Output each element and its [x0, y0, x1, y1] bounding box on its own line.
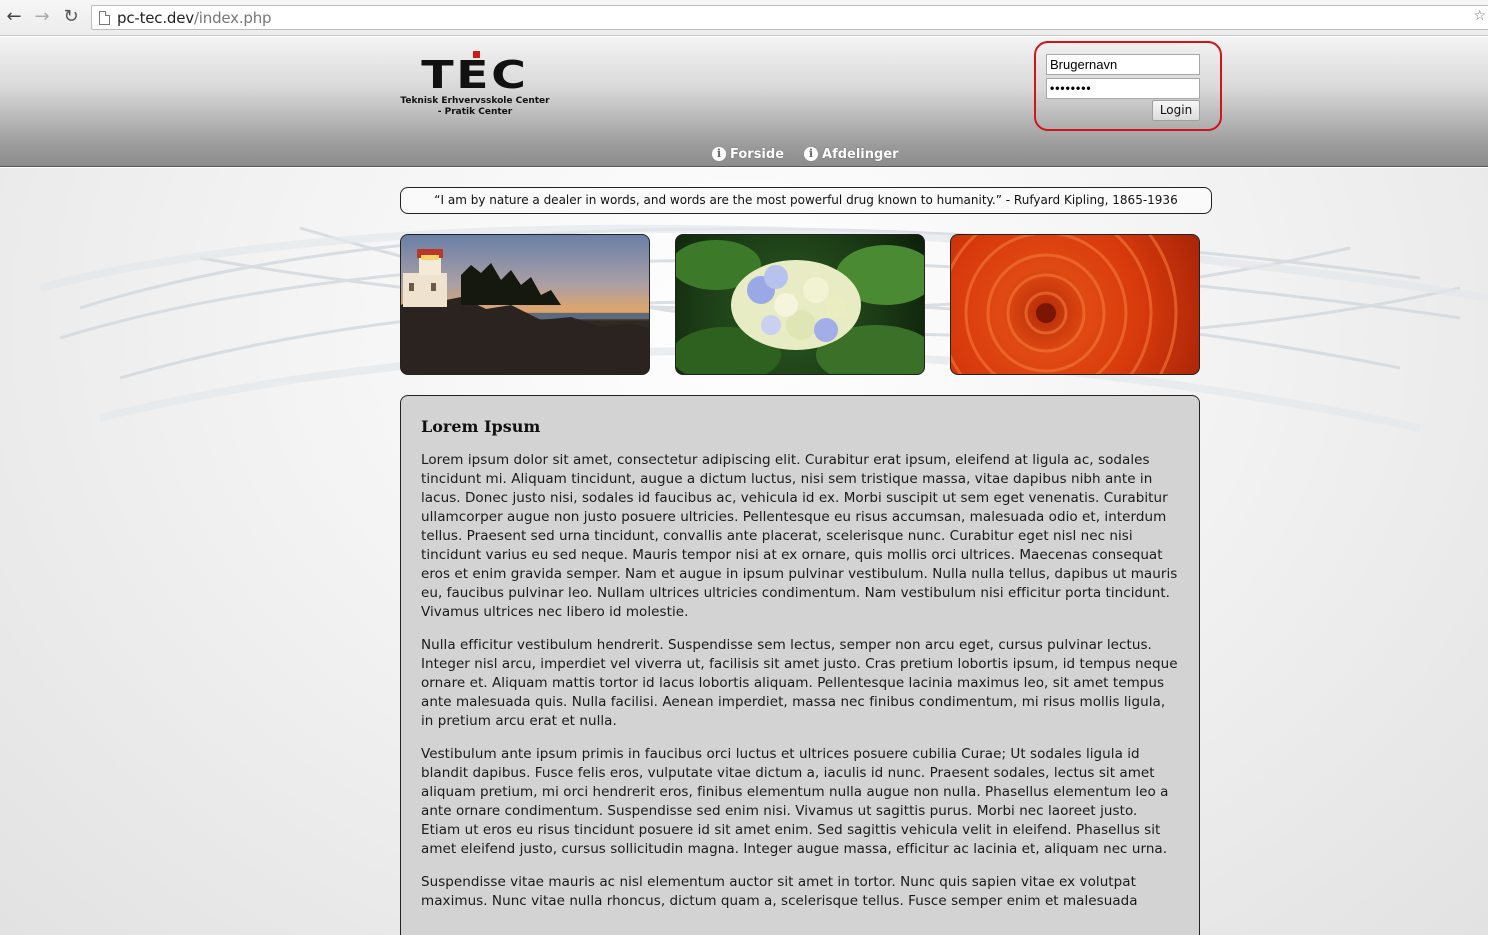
- site-header: TEC Teknisk Erhvervsskole Center - Prati…: [0, 37, 1488, 167]
- quote-banner: “I am by nature a dealer in words, and w…: [400, 187, 1212, 214]
- article-title: Lorem Ipsum: [421, 417, 541, 436]
- hydrangea-photo: [675, 234, 925, 375]
- page-icon: [99, 11, 110, 25]
- url-text[interactable]: pc-tec.dev/index.php: [117, 9, 272, 27]
- browser-toolbar: ← → ↻ pc-tec.dev/index.php ☆: [0, 0, 1488, 36]
- article-paragraph: Nulla efficitur vestibulum hendrerit. Su…: [421, 637, 1178, 729]
- url-host: pc-tec.dev: [117, 9, 194, 27]
- logo-wordmark: TEC: [421, 53, 529, 97]
- forward-arrow-icon[interactable]: →: [31, 6, 53, 28]
- info-icon: i: [804, 147, 819, 161]
- main-menu: i Forside i Afdelinger: [712, 145, 899, 163]
- login-form: •••••••• Login: [1034, 41, 1222, 131]
- article-paragraph: Suspendisse vitae mauris ac nisl element…: [421, 874, 1138, 909]
- lighthouse-photo: [400, 234, 650, 375]
- password-field[interactable]: ••••••••: [1046, 78, 1200, 99]
- login-button[interactable]: Login: [1152, 100, 1200, 121]
- username-field[interactable]: [1046, 54, 1200, 75]
- menu-item-forside[interactable]: i Forside: [712, 145, 784, 163]
- info-icon: i: [712, 147, 726, 161]
- bookmark-star-icon[interactable]: ☆: [1473, 8, 1486, 24]
- article-panel: Lorem Ipsum Lorem ipsum dolor sit amet, …: [400, 395, 1200, 935]
- article-paragraph: Lorem ipsum dolor sit amet, consectetur …: [421, 452, 1178, 620]
- menu-item-label: Afdelinger: [822, 146, 899, 162]
- reload-icon[interactable]: ↻: [60, 6, 82, 28]
- menu-item-afdelinger[interactable]: i Afdelinger: [804, 145, 899, 163]
- article-paragraph: Vestibulum ante ipsum primis in faucibus…: [421, 746, 1169, 857]
- tec-logo[interactable]: TEC Teknisk Erhvervsskole Center - Prati…: [395, 49, 555, 124]
- red-flower-photo: [950, 234, 1200, 375]
- back-arrow-icon[interactable]: ←: [3, 6, 25, 28]
- menu-item-label: Forside: [730, 146, 785, 162]
- address-bar[interactable]: pc-tec.dev/index.php ☆: [91, 5, 1488, 30]
- url-path: /index.php: [193, 9, 272, 27]
